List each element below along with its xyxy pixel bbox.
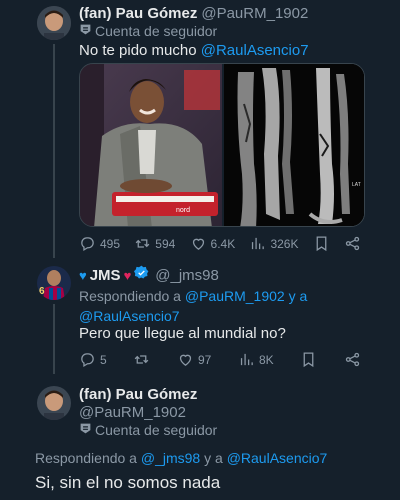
xray-label: LAT xyxy=(352,182,361,188)
replying-to: Respondiendo a @_jms98 y a @RaulAsencio7 xyxy=(35,450,327,466)
bookmark-button[interactable] xyxy=(300,351,317,368)
user-handle[interactable]: @_jms98 xyxy=(155,267,219,284)
mention-link[interactable]: @PauRM_1902 xyxy=(185,288,285,304)
red-heart-icon: ♥ xyxy=(123,267,132,283)
user-handle[interactable]: @PauRM_1902 xyxy=(79,404,186,421)
thread-line xyxy=(53,44,55,258)
follower-badge-label: Cuenta de seguidor xyxy=(95,23,218,39)
retweet-icon xyxy=(135,239,150,248)
avatar[interactable]: 6 xyxy=(37,266,71,300)
tweet-text: No te pido mucho @RaulAsencio7 xyxy=(79,42,309,59)
media-xray[interactable]: LAT xyxy=(222,64,364,226)
tweet-actions: 495 594 6.4K 326K xyxy=(79,235,361,252)
tweet-text: Pero que llegue al mundial no? xyxy=(79,325,286,342)
display-name[interactable]: (fan) Pau Gómez xyxy=(79,5,197,22)
follower-badge-icon xyxy=(79,23,92,39)
follower-badge-icon xyxy=(79,422,92,438)
mention-link[interactable]: @RaulAsencio7 xyxy=(79,308,180,324)
display-name[interactable]: (fan) Pau Gómez xyxy=(79,386,197,403)
reply-button[interactable]: 5 xyxy=(79,351,107,368)
share-icon xyxy=(345,236,360,251)
replying-and: y a xyxy=(200,450,227,466)
bookmark-icon xyxy=(316,236,327,252)
mention-link[interactable]: @_jms98 xyxy=(141,450,200,466)
replying-and: y a xyxy=(284,288,308,304)
thread-line xyxy=(53,304,55,374)
tweet-media[interactable]: nord LAT xyxy=(79,63,365,227)
like-button[interactable]: 6.4K xyxy=(190,235,236,252)
follower-badge: Cuenta de seguidor xyxy=(79,422,217,438)
avatar[interactable] xyxy=(37,386,71,420)
bookmark-button[interactable] xyxy=(313,235,330,252)
reply-count: 5 xyxy=(100,352,107,367)
view-count: 8K xyxy=(258,352,274,367)
view-count: 326K xyxy=(270,236,299,251)
tweet-actions: 5 97 8K xyxy=(79,351,361,368)
like-count: 97 xyxy=(197,352,212,367)
share-icon xyxy=(345,352,360,367)
svg-text:nord: nord xyxy=(176,207,190,214)
views-button[interactable]: 8K xyxy=(238,351,274,368)
media-photo[interactable]: nord xyxy=(80,64,222,226)
bookmark-icon xyxy=(303,352,314,368)
mention-link[interactable]: @RaulAsencio7 xyxy=(227,450,328,466)
avatar-number: 6 xyxy=(39,286,45,297)
user-handle[interactable]: @PauRM_1902 xyxy=(201,5,308,22)
follower-badge: Cuenta de seguidor xyxy=(79,23,217,39)
blue-heart-icon: ♥ xyxy=(79,267,87,283)
reply-count: 495 xyxy=(100,236,121,251)
tweet-header: (fan) Pau Gómez @PauRM_1902 xyxy=(79,5,308,22)
retweet-count: 594 xyxy=(155,236,176,251)
like-button[interactable]: 97 xyxy=(177,351,211,368)
reply-icon xyxy=(81,237,94,252)
tweet-text-content: No te pido mucho xyxy=(79,42,201,59)
mention-link[interactable]: @RaulAsencio7 xyxy=(201,42,309,59)
heart-icon xyxy=(192,238,204,250)
replying-prefix: Respondiendo a xyxy=(79,288,185,304)
display-name[interactable]: JMS xyxy=(90,267,121,284)
views-button[interactable]: 326K xyxy=(249,235,298,252)
replying-prefix: Respondiendo a xyxy=(35,450,141,466)
share-button[interactable] xyxy=(344,235,361,252)
retweet-button[interactable] xyxy=(133,351,150,368)
share-button[interactable] xyxy=(344,351,361,368)
tweet-text: Si, sin el no somos nada xyxy=(35,473,221,492)
tweet-header: ♥ JMS ♥ @_jms98 xyxy=(79,265,219,285)
replying-to: Respondiendo a @PauRM_1902 y a @RaulAsen… xyxy=(79,286,307,326)
reply-button[interactable]: 495 xyxy=(79,235,120,252)
reply-icon xyxy=(81,353,94,368)
retweet-button[interactable]: 594 xyxy=(134,235,175,252)
heart-icon xyxy=(179,354,192,366)
views-icon xyxy=(240,353,253,366)
like-count: 6.4K xyxy=(210,236,236,251)
avatar[interactable] xyxy=(37,6,71,40)
verified-icon xyxy=(134,265,149,285)
retweet-icon xyxy=(135,355,149,364)
views-icon xyxy=(252,237,265,250)
follower-badge-label: Cuenta de seguidor xyxy=(95,422,218,438)
